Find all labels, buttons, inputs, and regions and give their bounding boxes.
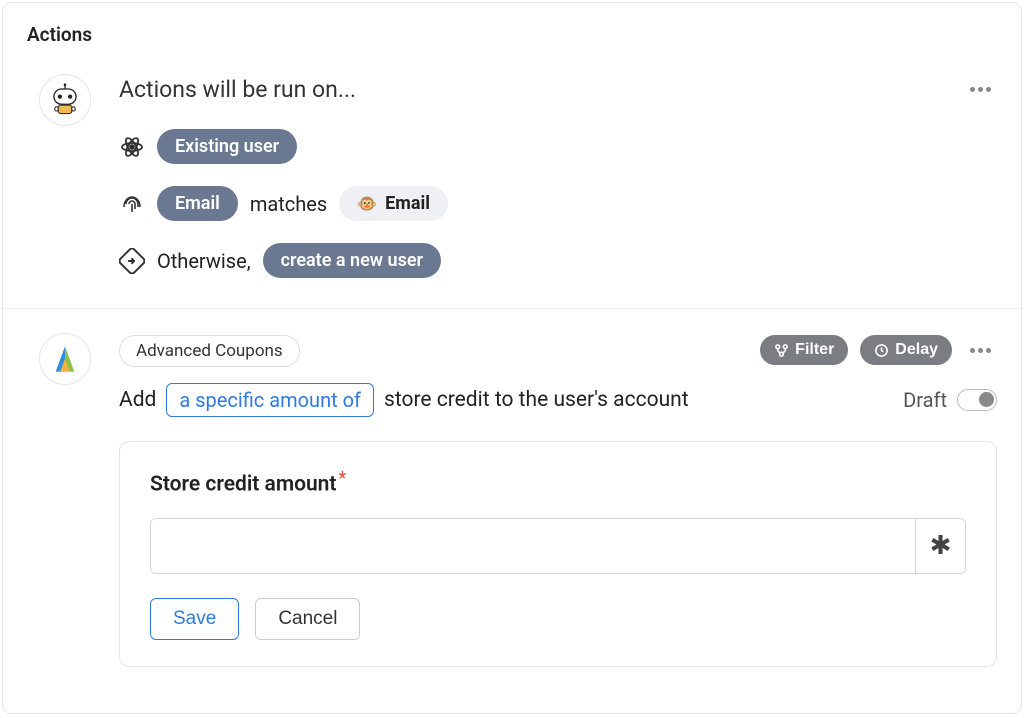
action-step-block: Advanced Coupons Filter Delay (3, 309, 1021, 687)
sentence-post: store credit to the user's account (384, 388, 689, 412)
section-title: Actions (3, 3, 1021, 60)
store-credit-input-group: ✱ (150, 518, 966, 574)
cancel-button[interactable]: Cancel (255, 598, 360, 640)
source-emoji-icon: 🐵 (357, 194, 377, 213)
branch-icon (774, 343, 789, 358)
email-source-pill[interactable]: 🐵 Email (339, 186, 448, 221)
otherwise-text: Otherwise, (157, 249, 251, 273)
required-indicator: * (338, 468, 346, 489)
email-source-label: Email (385, 193, 430, 214)
filter-button[interactable]: Filter (760, 335, 848, 365)
existing-user-pill[interactable]: Existing user (157, 129, 297, 164)
trigger-block: Actions will be run on... Existing user (3, 60, 1021, 308)
condition-row-target: Existing user (119, 129, 997, 164)
variable-picker-button[interactable]: ✱ (915, 519, 965, 573)
atom-icon (119, 134, 145, 160)
robot-icon (48, 83, 82, 117)
clock-icon (874, 343, 889, 358)
route-icon (119, 248, 145, 274)
sentence-pre: Add (119, 388, 156, 412)
filter-label: Filter (795, 341, 834, 359)
condition-row-match: Email matches 🐵 Email (119, 186, 997, 221)
field-label-row: Store credit amount* (150, 468, 966, 496)
condition-row-otherwise: Otherwise, create a new user (119, 243, 997, 278)
email-field-pill[interactable]: Email (157, 186, 238, 221)
save-button[interactable]: Save (150, 598, 239, 640)
trigger-menu-button[interactable] (964, 81, 997, 98)
amount-type-selector[interactable]: a specific amount of (166, 383, 374, 417)
robot-avatar (39, 74, 91, 126)
delay-label: Delay (895, 341, 938, 359)
create-user-pill[interactable]: create a new user (263, 243, 441, 278)
draft-label: Draft (903, 388, 947, 412)
draft-toggle[interactable] (957, 389, 997, 411)
matches-text: matches (250, 192, 327, 216)
advanced-coupons-icon (48, 342, 82, 376)
advanced-coupons-avatar (39, 333, 91, 385)
trigger-heading: Actions will be run on... (119, 76, 356, 103)
store-credit-input[interactable] (151, 519, 915, 573)
fingerprint-icon (119, 191, 145, 217)
asterisk-icon: ✱ (930, 531, 952, 561)
form-card: Store credit amount* ✱ Save Cancel (119, 441, 997, 667)
store-credit-label: Store credit amount (150, 472, 336, 496)
integration-tag[interactable]: Advanced Coupons (119, 335, 300, 367)
delay-button[interactable]: Delay (860, 335, 952, 365)
action-menu-button[interactable] (964, 342, 997, 359)
action-sentence: Add a specific amount of store credit to… (119, 383, 689, 417)
